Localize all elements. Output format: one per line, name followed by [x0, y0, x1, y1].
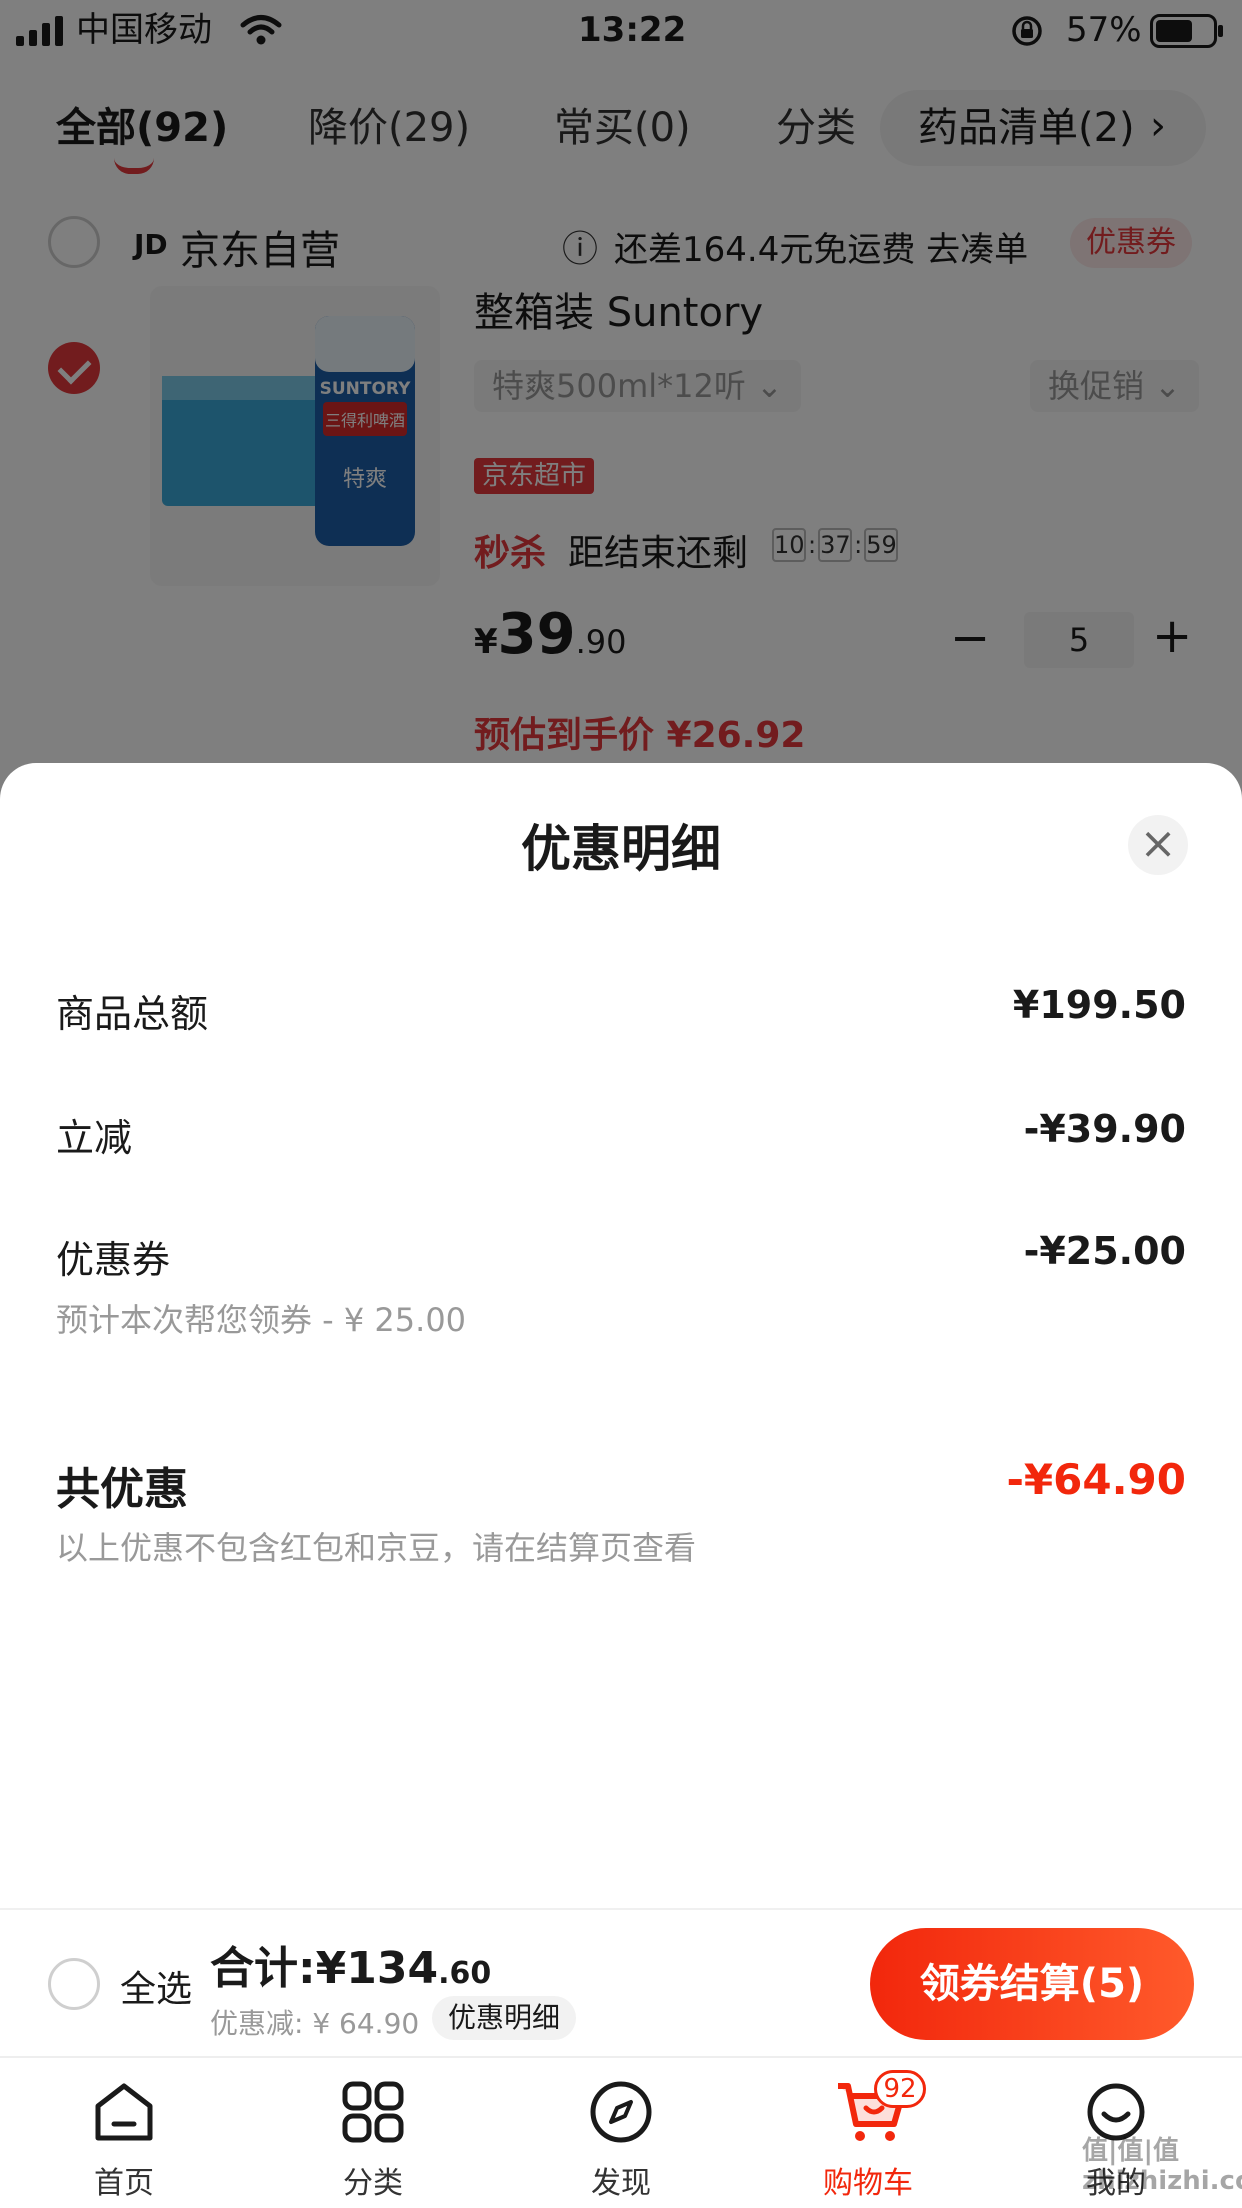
compass-icon: [590, 2081, 652, 2143]
coupon-label: 优惠券: [56, 1238, 171, 1282]
total-integer: ¥134: [315, 1943, 439, 1994]
select-all-checkbox[interactable]: [48, 1958, 100, 2010]
total-discount-label: 共优惠: [56, 1464, 188, 1515]
total-discount-note: 以上优惠不包含红包和京豆，请在结算页查看: [56, 1529, 697, 1567]
nav-discover-label: 发现: [591, 2166, 651, 2201]
grid-icon: [342, 2081, 404, 2143]
instant-discount-label: 立减: [56, 1116, 133, 1160]
nav-category-label: 分类: [343, 2166, 403, 2201]
checkout-button[interactable]: 领券结算(5): [870, 1928, 1194, 2040]
nav-home-label: 首页: [94, 2166, 154, 2201]
subtotal-value: ¥199.50: [1012, 983, 1186, 1027]
nav-cart[interactable]: 92 购物车: [788, 2058, 948, 2208]
bottom-nav: 首页 分类 发现 92 购物车 我的 值|值|值 zhizhizhi.c: [0, 2056, 1242, 2208]
discount-summary: 优惠减: ¥ 64.90: [210, 2007, 420, 2040]
nav-cart-label: 购物车: [823, 2166, 913, 2201]
nav-home[interactable]: 首页: [44, 2058, 204, 2208]
subtotal-label: 商品总额: [56, 992, 209, 1036]
site-watermark: 值|值|值 zhizhizhi.com: [1082, 2136, 1242, 2196]
sheet-title: 优惠明细: [521, 820, 721, 878]
cart-total: 合计:¥134.60: [210, 1932, 491, 1996]
total-discount-value: -¥64.90: [1006, 1455, 1186, 1504]
coupon-value: -¥25.00: [1023, 1229, 1186, 1273]
instant-discount-value: -¥39.90: [1023, 1107, 1186, 1151]
checkout-bar: 全选 合计:¥134.60 优惠减: ¥ 64.90 优惠明细 领券结算(5): [0, 1908, 1242, 2056]
home-icon: [95, 2083, 153, 2141]
coupon-note: 预计本次帮您领券 - ¥ 25.00: [56, 1301, 467, 1339]
close-icon[interactable]: ×: [1128, 815, 1188, 875]
select-all-label[interactable]: 全选: [120, 1960, 192, 2012]
nav-category[interactable]: 分类: [293, 2058, 453, 2208]
total-decimal: .60: [438, 1956, 492, 1991]
total-label: 合计:: [210, 1943, 316, 1994]
discount-details-button[interactable]: 优惠明细: [432, 1996, 577, 2040]
smiley-icon: [1087, 2083, 1145, 2141]
cart-count-badge: 92: [874, 2070, 926, 2108]
nav-discover[interactable]: 发现: [541, 2058, 701, 2208]
